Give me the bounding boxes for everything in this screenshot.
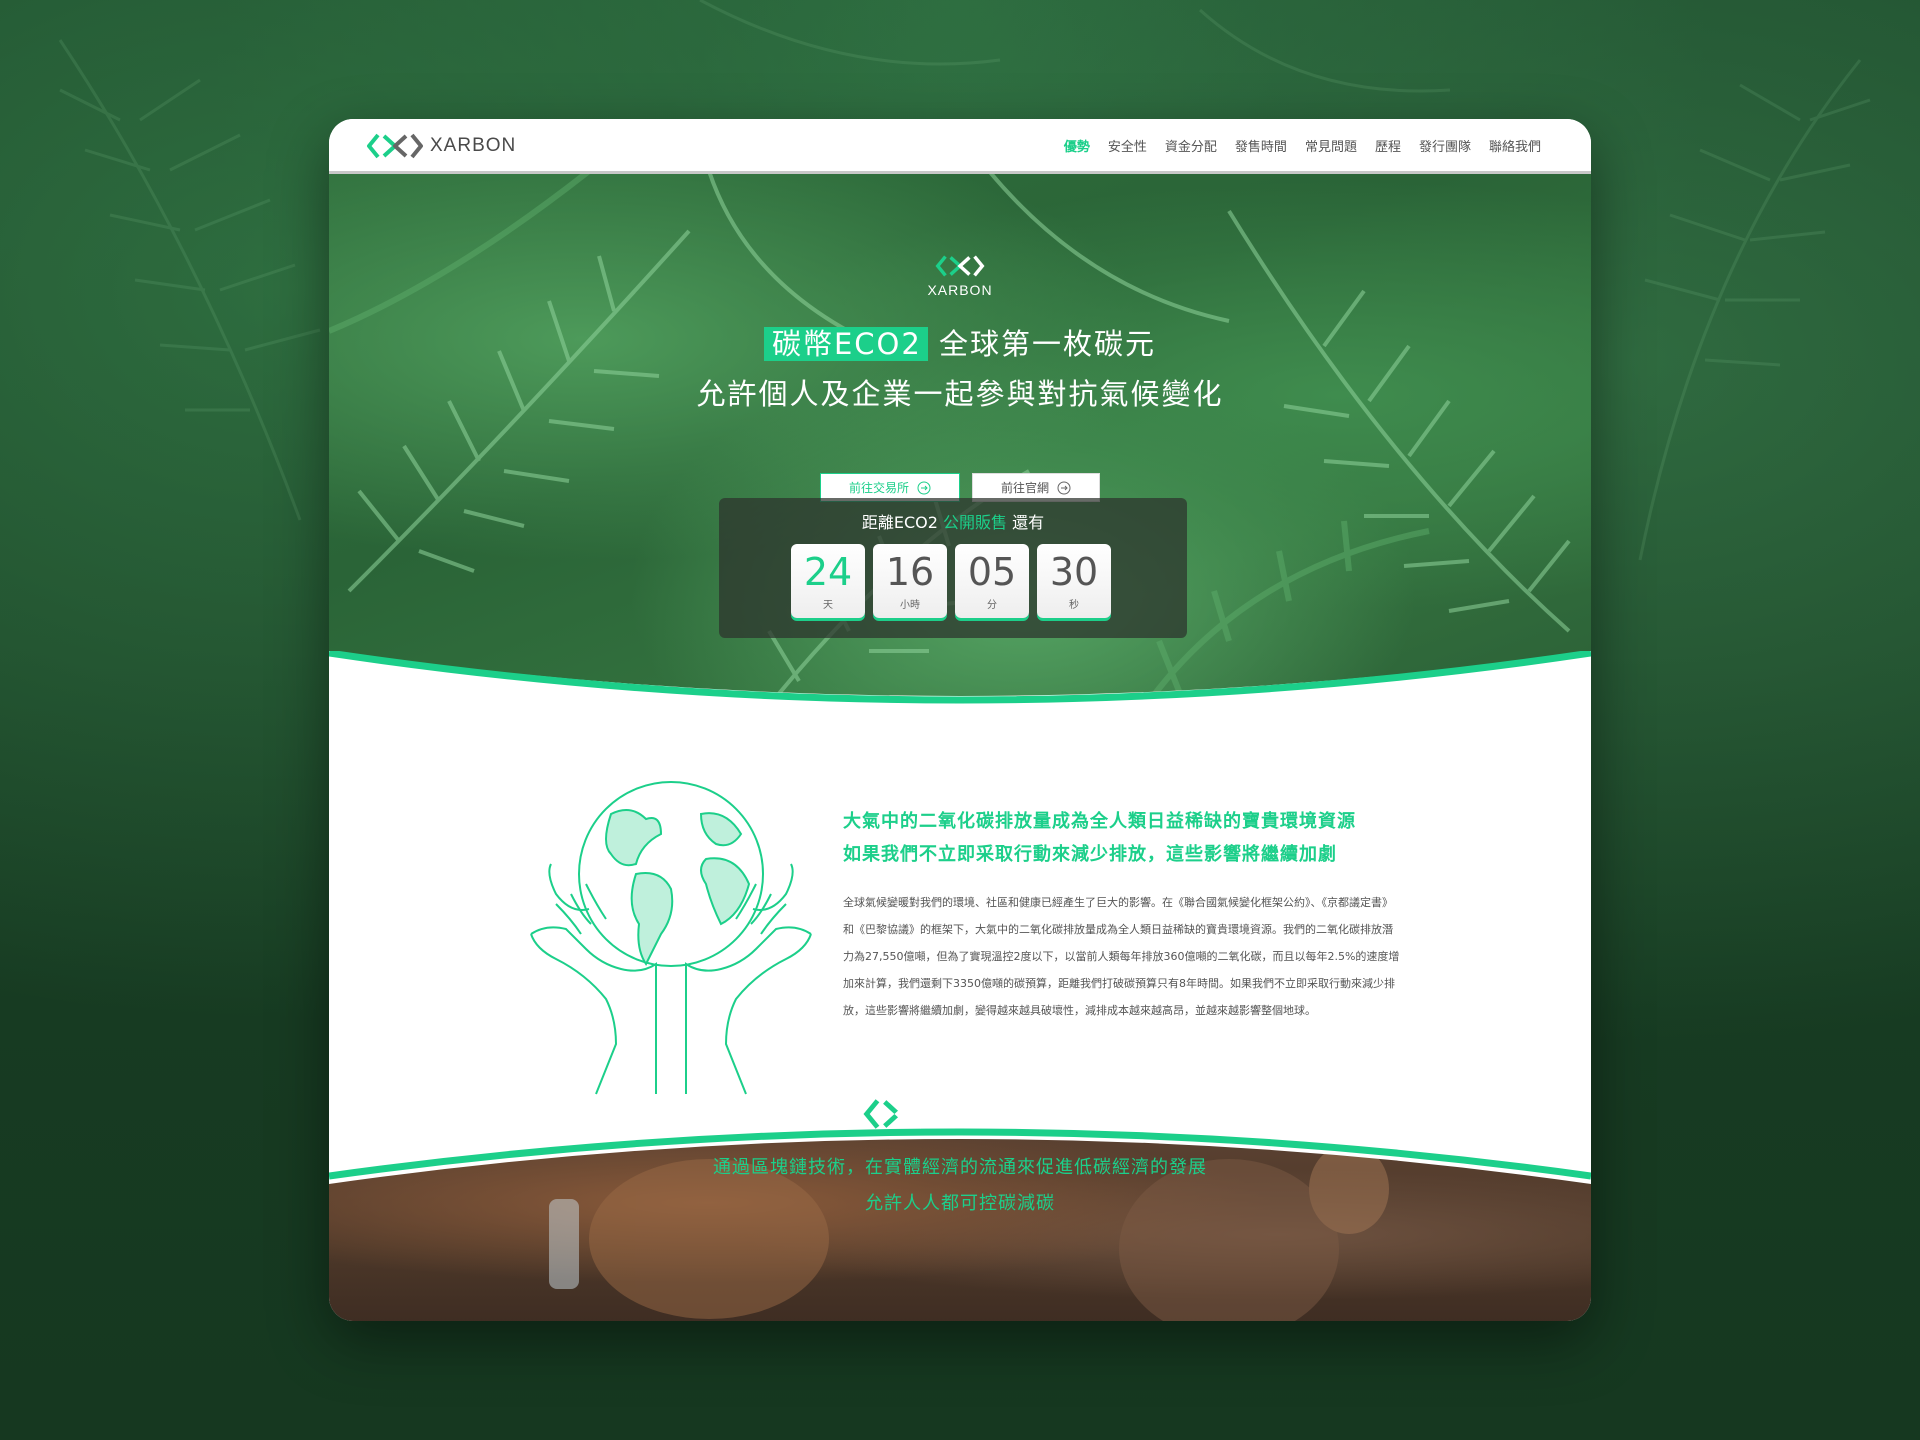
- browser-window: XARBON 優勢 安全性 資金分配 發售時間 常見問題 歷程 發行團隊 聯絡我…: [329, 119, 1591, 1321]
- headline-highlight: 碳幣ECO2: [763, 327, 928, 361]
- nav-item-team[interactable]: 發行團隊: [1419, 136, 1471, 155]
- nav-item-fund-allocation[interactable]: 資金分配: [1165, 136, 1217, 155]
- footer-logo: XARBON: [329, 1097, 1591, 1131]
- countdown-seconds-label: 秒: [1069, 600, 1079, 611]
- brand-name: XARBON: [430, 135, 517, 156]
- nav-item-contact[interactable]: 聯絡我們: [1489, 136, 1541, 155]
- hero-section: XARBON 碳幣ECO2 全球第一枚碳元 允許個人及企業一起參與對抗氣候變化 …: [329, 171, 1591, 731]
- footer-tagline-line1: 通過區塊鏈技術，在實體經濟的流通來促進低碳經濟的發展: [713, 1157, 1207, 1178]
- intro-title-line1: 大氣中的二氧化碳排放量成為全人類日益稀缺的寶貴環境資源: [843, 811, 1356, 832]
- countdown-minutes-label: 分: [987, 600, 997, 611]
- hero-wave-divider: [329, 651, 1591, 741]
- globe-in-hands-illustration: [530, 781, 812, 1095]
- footer-logo-text: XARBON: [941, 1098, 1057, 1129]
- nav-item-history[interactable]: 歷程: [1375, 136, 1401, 155]
- countdown-hours-label: 小時: [900, 600, 920, 611]
- xarbon-logo-icon: [863, 1099, 933, 1129]
- countdown-minutes: 05 分: [955, 544, 1029, 618]
- nav-item-sale-time[interactable]: 發售時間: [1235, 136, 1287, 155]
- countdown-days-label: 天: [823, 600, 833, 611]
- arrow-circle-icon: [1057, 481, 1071, 494]
- hero-headline-line2: 允許個人及企業一起參與對抗氣候變化: [696, 377, 1224, 411]
- countdown-seconds: 30 秒: [1037, 544, 1111, 618]
- countdown-minutes-value: 05: [967, 550, 1017, 594]
- top-navbar: XARBON 優勢 安全性 資金分配 發售時間 常見問題 歷程 發行團隊 聯絡我…: [329, 119, 1591, 174]
- xarbon-logo-icon: [367, 133, 423, 159]
- countdown-highlight: 公開販售: [943, 513, 1008, 532]
- hero-headline-line1: 碳幣ECO2 全球第一枚碳元: [329, 321, 1591, 363]
- countdown-hours: 16 小時: [873, 544, 947, 618]
- countdown-boxes: 24 天 16 小時 05 分 30 秒: [791, 544, 1111, 618]
- go-to-exchange-label: 前往交易所: [848, 481, 909, 495]
- countdown-seconds-value: 30: [1049, 550, 1099, 594]
- footer-tagline-line2: 允許人人都可控碳減碳: [865, 1193, 1055, 1214]
- countdown-days: 24 天: [791, 544, 865, 618]
- brand-logo[interactable]: XARBON: [366, 132, 516, 160]
- go-to-official-label: 前往官網: [1000, 481, 1049, 495]
- countdown-hours-value: 16: [885, 550, 935, 594]
- nav-item-faq[interactable]: 常見問題: [1305, 136, 1357, 155]
- headline-line1-rest: 全球第一枚碳元: [939, 327, 1157, 361]
- countdown-panel: 距離ECO2 公開販售 還有 24 天 16 小時 05 分 30 秒: [719, 498, 1187, 638]
- arrow-circle-icon: [917, 481, 931, 494]
- countdown-suffix: 還有: [1012, 513, 1045, 532]
- hero-logo-text: XARBON: [927, 282, 993, 298]
- countdown-prefix: 距離ECO2: [861, 513, 938, 532]
- nav-item-security[interactable]: 安全性: [1108, 136, 1147, 155]
- nav-item-advantages[interactable]: 優勢: [1064, 136, 1090, 155]
- intro-title-line2: 如果我們不立即采取行動來減少排放，這些影響將繼續加劇: [843, 844, 1337, 865]
- countdown-title: 距離ECO2 公開販售 還有: [719, 509, 1187, 533]
- intro-body-text: 全球氣候變暖對我們的環境、社區和健康已經產生了巨大的影響。在《聯合國氣候變化框架…: [843, 896, 1400, 1017]
- main-nav: 優勢 安全性 資金分配 發售時間 常見問題 歷程 發行團隊 聯絡我們: [1064, 136, 1541, 155]
- xarbon-logo-icon: [935, 255, 985, 277]
- hero-logo: XARBON: [329, 254, 1591, 298]
- countdown-days-value: 24: [803, 550, 853, 594]
